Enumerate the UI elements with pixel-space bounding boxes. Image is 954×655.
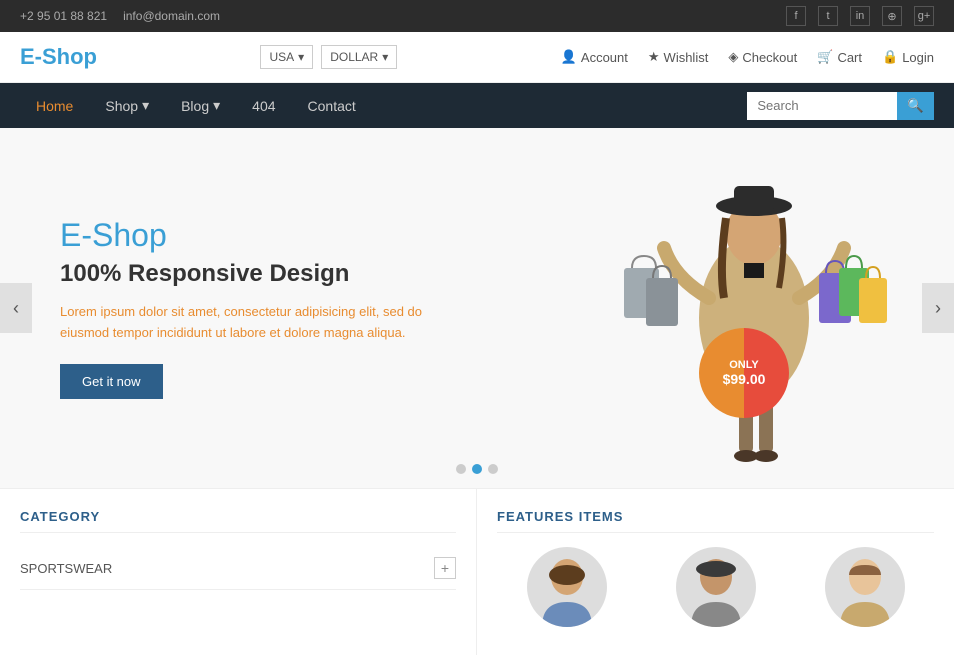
chevron-icon: ▾ — [142, 97, 149, 114]
avatar-illustration-1 — [527, 547, 607, 627]
chevron-down-icon: ▾ — [298, 50, 304, 64]
top-bar-left: +2 95 01 88 821 info@domain.com — [20, 9, 220, 23]
slider-title-light: E-Shop — [60, 217, 440, 254]
category-section: CATEGORY SPORTSWEAR + — [0, 489, 477, 655]
search-input[interactable] — [747, 92, 897, 119]
feature-card-2 — [646, 547, 785, 635]
category-expand-button[interactable]: + — [434, 557, 456, 579]
slide-dot-3[interactable] — [488, 464, 498, 474]
login-label: Login — [902, 50, 934, 65]
bottom-section: CATEGORY SPORTSWEAR + FEATURES ITEMS — [0, 488, 954, 655]
category-sportswear-label: SPORTSWEAR — [20, 561, 112, 576]
feature-card-3 — [795, 547, 934, 635]
country-label: USA — [269, 50, 294, 64]
currency-dropdown[interactable]: DOLLAR ▾ — [321, 45, 397, 69]
slider: ‹ E-Shop 100% Responsive Design Lorem ip… — [0, 128, 954, 488]
price-only-label: ONLY — [729, 359, 759, 371]
checkout-link[interactable]: ◈ Checkout — [728, 49, 797, 65]
price-amount: $99.00 — [723, 371, 766, 387]
nav-home[interactable]: Home — [20, 84, 89, 128]
feature-avatar-3 — [825, 547, 905, 627]
features-title: FEATURES ITEMS — [497, 509, 934, 533]
facebook-icon[interactable]: f — [786, 6, 806, 26]
header-nav: 👤 Account ★ Wishlist ◈ Checkout 🛒 Cart 🔒… — [561, 49, 934, 65]
globe-icon[interactable]: ⊕ — [882, 6, 902, 26]
avatar-illustration-2 — [676, 547, 756, 627]
email-address: info@domain.com — [123, 9, 220, 23]
cart-icon: 🛒 — [817, 49, 833, 65]
linkedin-icon[interactable]: in — [850, 6, 870, 26]
nav-search: 🔍 — [747, 92, 934, 120]
star-icon: ★ — [648, 49, 660, 65]
header: E-Shop USA ▾ DOLLAR ▾ 👤 Account ★ Wishli… — [0, 32, 954, 83]
checkout-icon: ◈ — [728, 49, 738, 65]
feature-avatar-1 — [527, 547, 607, 627]
login-link[interactable]: 🔒 Login — [882, 49, 934, 65]
search-button[interactable]: 🔍 — [897, 92, 934, 120]
features-items-list — [497, 547, 934, 635]
currency-label: DOLLAR — [330, 50, 378, 64]
chevron-down-icon: ▾ — [382, 50, 388, 64]
category-sportswear: SPORTSWEAR + — [20, 547, 456, 590]
price-badge: ONLY $99.00 — [699, 328, 789, 418]
slide-dot-1[interactable] — [456, 464, 466, 474]
feature-card-1 — [497, 547, 636, 635]
slide-dot-2[interactable] — [472, 464, 482, 474]
logo[interactable]: E-Shop — [20, 44, 97, 70]
nav-shop[interactable]: Shop ▾ — [89, 83, 165, 128]
nav-blog[interactable]: Blog ▾ — [165, 83, 236, 128]
fashion-illustration — [554, 138, 934, 488]
chevron-icon: ▾ — [213, 97, 220, 114]
lock-icon: 🔒 — [882, 49, 898, 65]
country-dropdown[interactable]: USA ▾ — [260, 45, 313, 69]
top-bar-social: f t in ⊕ g+ — [786, 6, 934, 26]
gplus-icon[interactable]: g+ — [914, 6, 934, 26]
slider-title-eshop: E-Shop — [60, 217, 167, 253]
slider-image: ONLY $99.00 — [534, 128, 954, 488]
slider-description: Lorem ipsum dolor sit amet, consectetur … — [60, 302, 440, 344]
nav-bar: Home Shop ▾ Blog ▾ 404 Contact 🔍 — [0, 83, 954, 128]
slider-prev-button[interactable]: ‹ — [0, 283, 32, 333]
slider-dots — [456, 464, 498, 474]
phone-number: +2 95 01 88 821 — [20, 9, 107, 23]
user-icon: 👤 — [561, 49, 577, 65]
account-link[interactable]: 👤 Account — [561, 49, 628, 65]
top-bar: +2 95 01 88 821 info@domain.com f t in ⊕… — [0, 0, 954, 32]
header-dropdowns: USA ▾ DOLLAR ▾ — [260, 45, 397, 69]
checkout-label: Checkout — [742, 50, 797, 65]
twitter-icon[interactable]: t — [818, 6, 838, 26]
cart-link[interactable]: 🛒 Cart — [817, 49, 862, 65]
category-title: CATEGORY — [20, 509, 456, 533]
account-label: Account — [581, 50, 628, 65]
nav-404[interactable]: 404 — [236, 84, 291, 128]
avatar-illustration-3 — [825, 547, 905, 627]
wishlist-label: Wishlist — [664, 50, 709, 65]
slider-cta-button[interactable]: Get it now — [60, 364, 163, 399]
slider-content: E-Shop 100% Responsive Design Lorem ipsu… — [0, 177, 500, 439]
features-section: FEATURES ITEMS — [477, 489, 954, 655]
nav-links: Home Shop ▾ Blog ▾ 404 Contact — [20, 83, 372, 128]
slider-title-bold: 100% Responsive Design — [60, 260, 440, 288]
wishlist-link[interactable]: ★ Wishlist — [648, 49, 708, 65]
slider-next-button[interactable]: › — [922, 283, 954, 333]
nav-contact[interactable]: Contact — [292, 84, 372, 128]
cart-label: Cart — [837, 50, 862, 65]
feature-avatar-2 — [676, 547, 756, 627]
